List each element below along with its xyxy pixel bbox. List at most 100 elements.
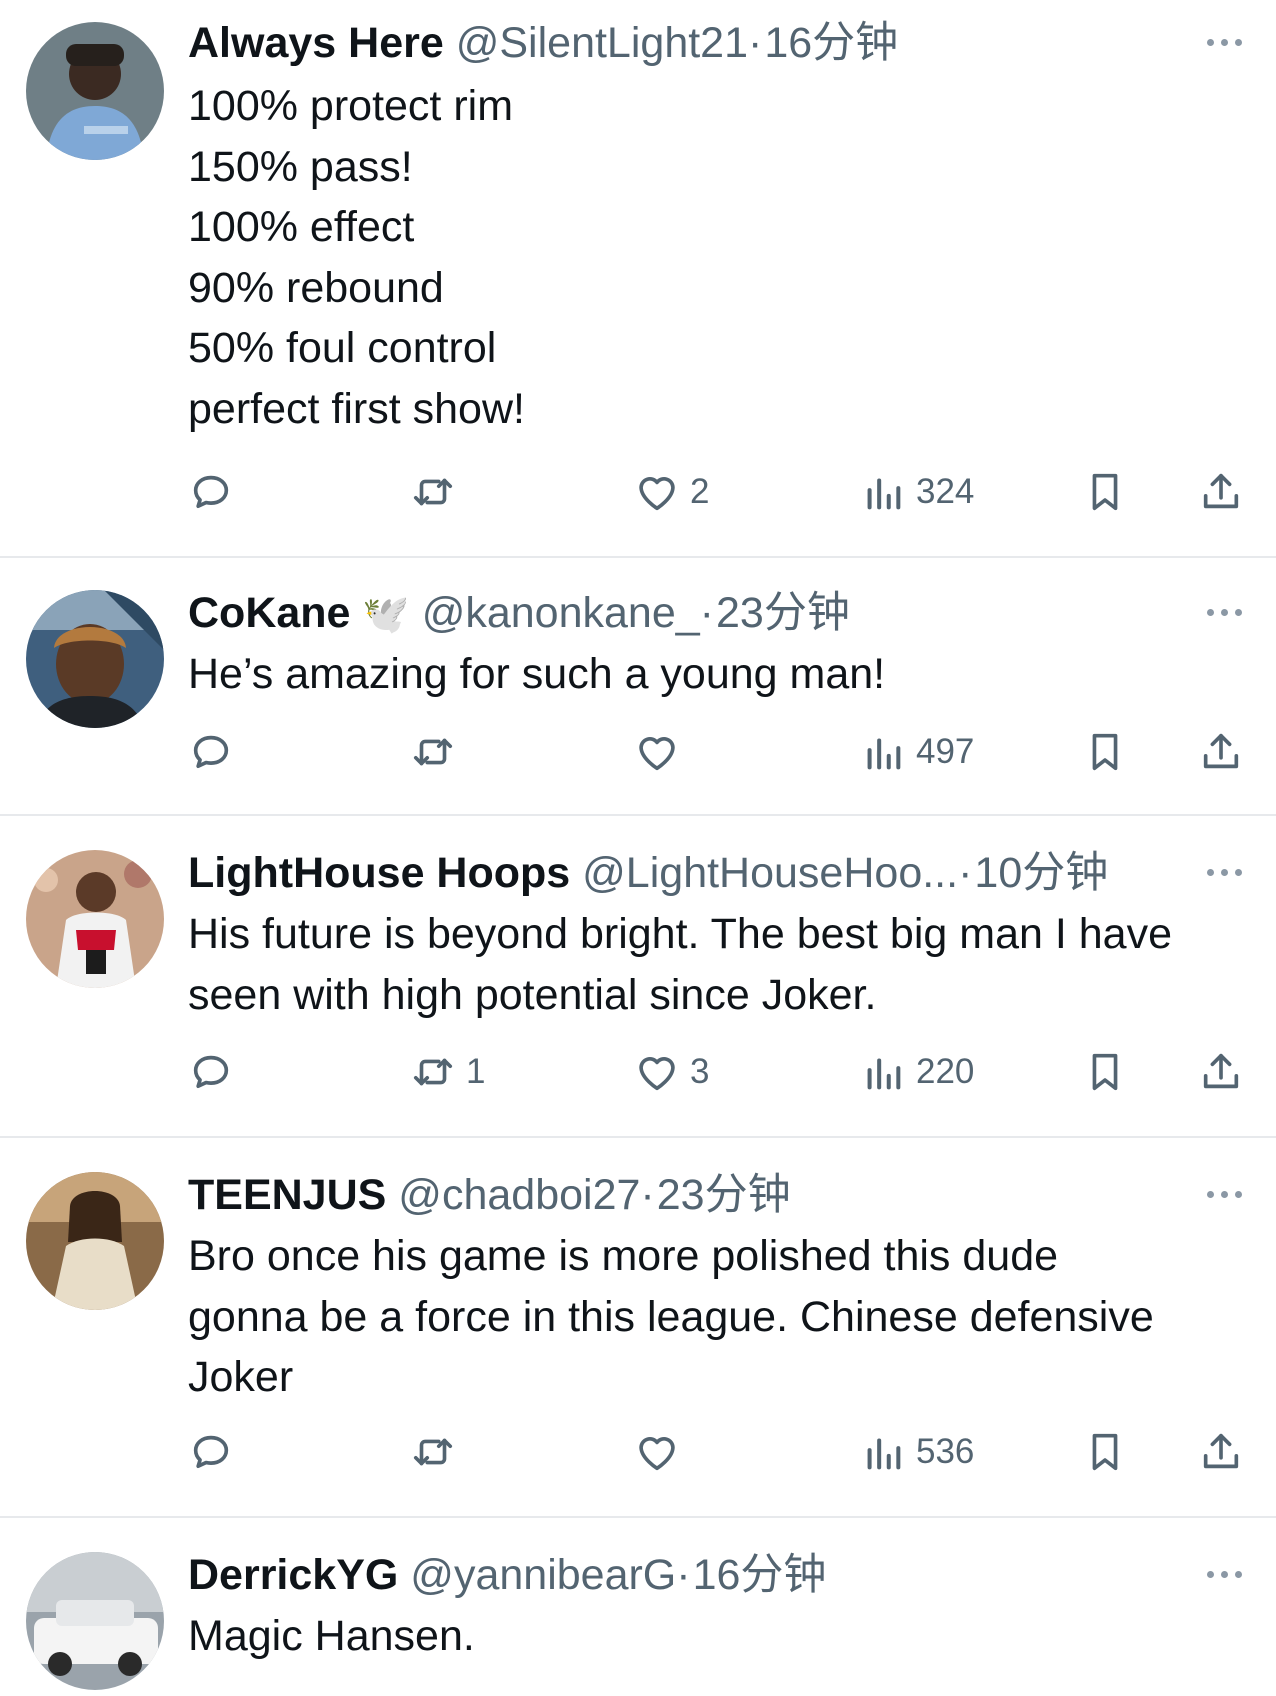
share-button[interactable] bbox=[1198, 1044, 1244, 1100]
tweet-text-line: 100% effect bbox=[188, 203, 415, 251]
tweet-card[interactable]: CoKane 🕊️ @kanonkane_·23分钟 He’s amazing … bbox=[0, 558, 1276, 814]
tweet-text-line: gonna be a force in this league. Chinese… bbox=[188, 1292, 1154, 1341]
bookmark-icon bbox=[1092, 1433, 1118, 1471]
retweet-button[interactable] bbox=[410, 1424, 466, 1480]
heart-icon bbox=[639, 477, 675, 511]
reply-button[interactable] bbox=[188, 724, 244, 780]
tweet-text-line: 100% protect rim bbox=[188, 82, 514, 130]
dove-olive-branch-icon: 🕊️ bbox=[362, 594, 410, 636]
views-button[interactable]: 536 bbox=[860, 1424, 974, 1480]
tweet-text: Bro once his game is more polished this … bbox=[188, 1226, 1248, 1408]
author-handle[interactable]: @SilentLight21 bbox=[456, 19, 748, 67]
retweet-arrows-icon bbox=[413, 478, 453, 506]
separator-dot: · bbox=[748, 19, 763, 67]
bookmark-icon bbox=[1092, 473, 1118, 511]
view-count: 536 bbox=[916, 1432, 975, 1471]
timestamp[interactable]: 16分钟 bbox=[764, 19, 898, 67]
tweet-text-line: perfect first show! bbox=[188, 384, 525, 433]
retweet-button[interactable] bbox=[410, 724, 466, 780]
retweet-count: 1 bbox=[466, 1052, 486, 1091]
author-name[interactable]: Always Here bbox=[188, 19, 444, 67]
timestamp[interactable]: 10分钟 bbox=[974, 849, 1108, 897]
bar-chart-icon bbox=[867, 1058, 901, 1090]
reply-button[interactable] bbox=[188, 1044, 244, 1100]
tweet-header: Always Here @SilentLight21·16分钟 bbox=[188, 18, 898, 68]
more-dots-icon[interactable] bbox=[1202, 1184, 1246, 1204]
tweet-card[interactable]: Always Here @SilentLight21·16分钟 100% pro… bbox=[0, 0, 1276, 556]
bookmark-button[interactable] bbox=[1082, 724, 1128, 780]
like-count: 3 bbox=[690, 1052, 710, 1091]
share-upload-icon bbox=[1203, 473, 1239, 509]
bookmark-button[interactable] bbox=[1082, 464, 1128, 520]
retweet-arrows-icon bbox=[413, 1438, 453, 1466]
more-dots-icon[interactable] bbox=[1202, 862, 1246, 882]
author-handle[interactable]: @LightHouseHoo... bbox=[582, 849, 958, 897]
avatar[interactable] bbox=[26, 850, 164, 988]
heart-icon bbox=[639, 1057, 675, 1091]
like-button[interactable]: 2 bbox=[634, 464, 709, 520]
author-name[interactable]: CoKane bbox=[188, 589, 350, 637]
tweet-text: He’s amazing for such a young man! bbox=[188, 644, 1248, 705]
avatar[interactable] bbox=[26, 1552, 164, 1690]
tweet-card[interactable]: TEENJUS @chadboi27·23分钟 Bro once his gam… bbox=[0, 1138, 1276, 1516]
action-bar: 2 324 bbox=[0, 464, 1276, 520]
share-upload-icon bbox=[1203, 1433, 1239, 1469]
timestamp[interactable]: 23分钟 bbox=[657, 1171, 791, 1219]
bookmark-icon bbox=[1092, 733, 1118, 771]
author-name[interactable]: TEENJUS bbox=[188, 1171, 386, 1219]
bar-chart-icon bbox=[867, 738, 901, 770]
retweet-button[interactable] bbox=[410, 464, 466, 520]
like-button[interactable] bbox=[634, 1424, 690, 1480]
retweet-button[interactable]: 1 bbox=[410, 1044, 485, 1100]
share-button[interactable] bbox=[1198, 464, 1244, 520]
author-name[interactable]: LightHouse Hoops bbox=[188, 849, 570, 897]
separator-dot: · bbox=[640, 1171, 655, 1219]
tweet-header: DerrickYG @yannibearG·16分钟 bbox=[188, 1550, 826, 1600]
more-dots-icon[interactable] bbox=[1202, 1564, 1246, 1584]
author-name[interactable]: DerrickYG bbox=[188, 1551, 398, 1599]
more-dots-icon[interactable] bbox=[1202, 32, 1246, 52]
tweet-header: TEENJUS @chadboi27·23分钟 bbox=[188, 1170, 791, 1220]
author-handle[interactable]: @yannibearG bbox=[410, 1551, 676, 1599]
reply-button[interactable] bbox=[188, 464, 244, 520]
bookmark-button[interactable] bbox=[1082, 1424, 1128, 1480]
separator-dot: · bbox=[676, 1551, 691, 1599]
avatar[interactable] bbox=[26, 22, 164, 160]
bar-chart-icon bbox=[867, 478, 901, 510]
like-button[interactable] bbox=[634, 724, 690, 780]
views-button[interactable]: 497 bbox=[860, 724, 974, 780]
avatar[interactable] bbox=[26, 590, 164, 728]
avatar[interactable] bbox=[26, 1172, 164, 1310]
share-button[interactable] bbox=[1198, 1424, 1244, 1480]
heart-icon bbox=[639, 1437, 675, 1471]
tweet-card[interactable]: LightHouse Hoops @LightHouseHoo...·10分钟 … bbox=[0, 816, 1276, 1136]
share-button[interactable] bbox=[1198, 724, 1244, 780]
tweet-text-line: Magic Hansen. bbox=[188, 1612, 475, 1660]
author-handle[interactable]: @chadboi27 bbox=[398, 1171, 640, 1219]
bookmark-icon bbox=[1092, 1053, 1118, 1091]
like-button[interactable]: 3 bbox=[634, 1044, 709, 1100]
reply-button[interactable] bbox=[188, 1424, 244, 1480]
separator-dot: · bbox=[699, 589, 714, 637]
views-button[interactable]: 220 bbox=[860, 1044, 974, 1100]
bar-chart-icon bbox=[867, 1438, 901, 1470]
views-button[interactable]: 324 bbox=[860, 464, 974, 520]
more-dots-icon[interactable] bbox=[1202, 602, 1246, 622]
timestamp[interactable]: 23分钟 bbox=[716, 589, 850, 637]
share-upload-icon bbox=[1203, 1053, 1239, 1089]
tweet-card[interactable]: DerrickYG @yannibearG·16分钟 Magic Hansen. bbox=[0, 1518, 1276, 1696]
tweet-text: His future is beyond bright. The best bi… bbox=[188, 904, 1248, 1025]
tweet-header: CoKane 🕊️ @kanonkane_·23分钟 bbox=[188, 588, 850, 640]
author-handle[interactable]: @kanonkane_ bbox=[422, 589, 700, 637]
tweet-text-line: Joker bbox=[188, 1353, 294, 1401]
view-count: 220 bbox=[916, 1052, 975, 1091]
like-count: 2 bbox=[690, 472, 710, 511]
speech-bubble-icon bbox=[193, 475, 229, 509]
share-upload-icon bbox=[1203, 733, 1239, 769]
view-count: 324 bbox=[916, 472, 975, 511]
bookmark-button[interactable] bbox=[1082, 1044, 1128, 1100]
retweet-arrows-icon bbox=[413, 738, 453, 766]
tweet-text-line: seen with high potential since Joker. bbox=[188, 970, 877, 1019]
separator-dot: · bbox=[958, 849, 973, 897]
timestamp[interactable]: 16分钟 bbox=[693, 1551, 827, 1599]
